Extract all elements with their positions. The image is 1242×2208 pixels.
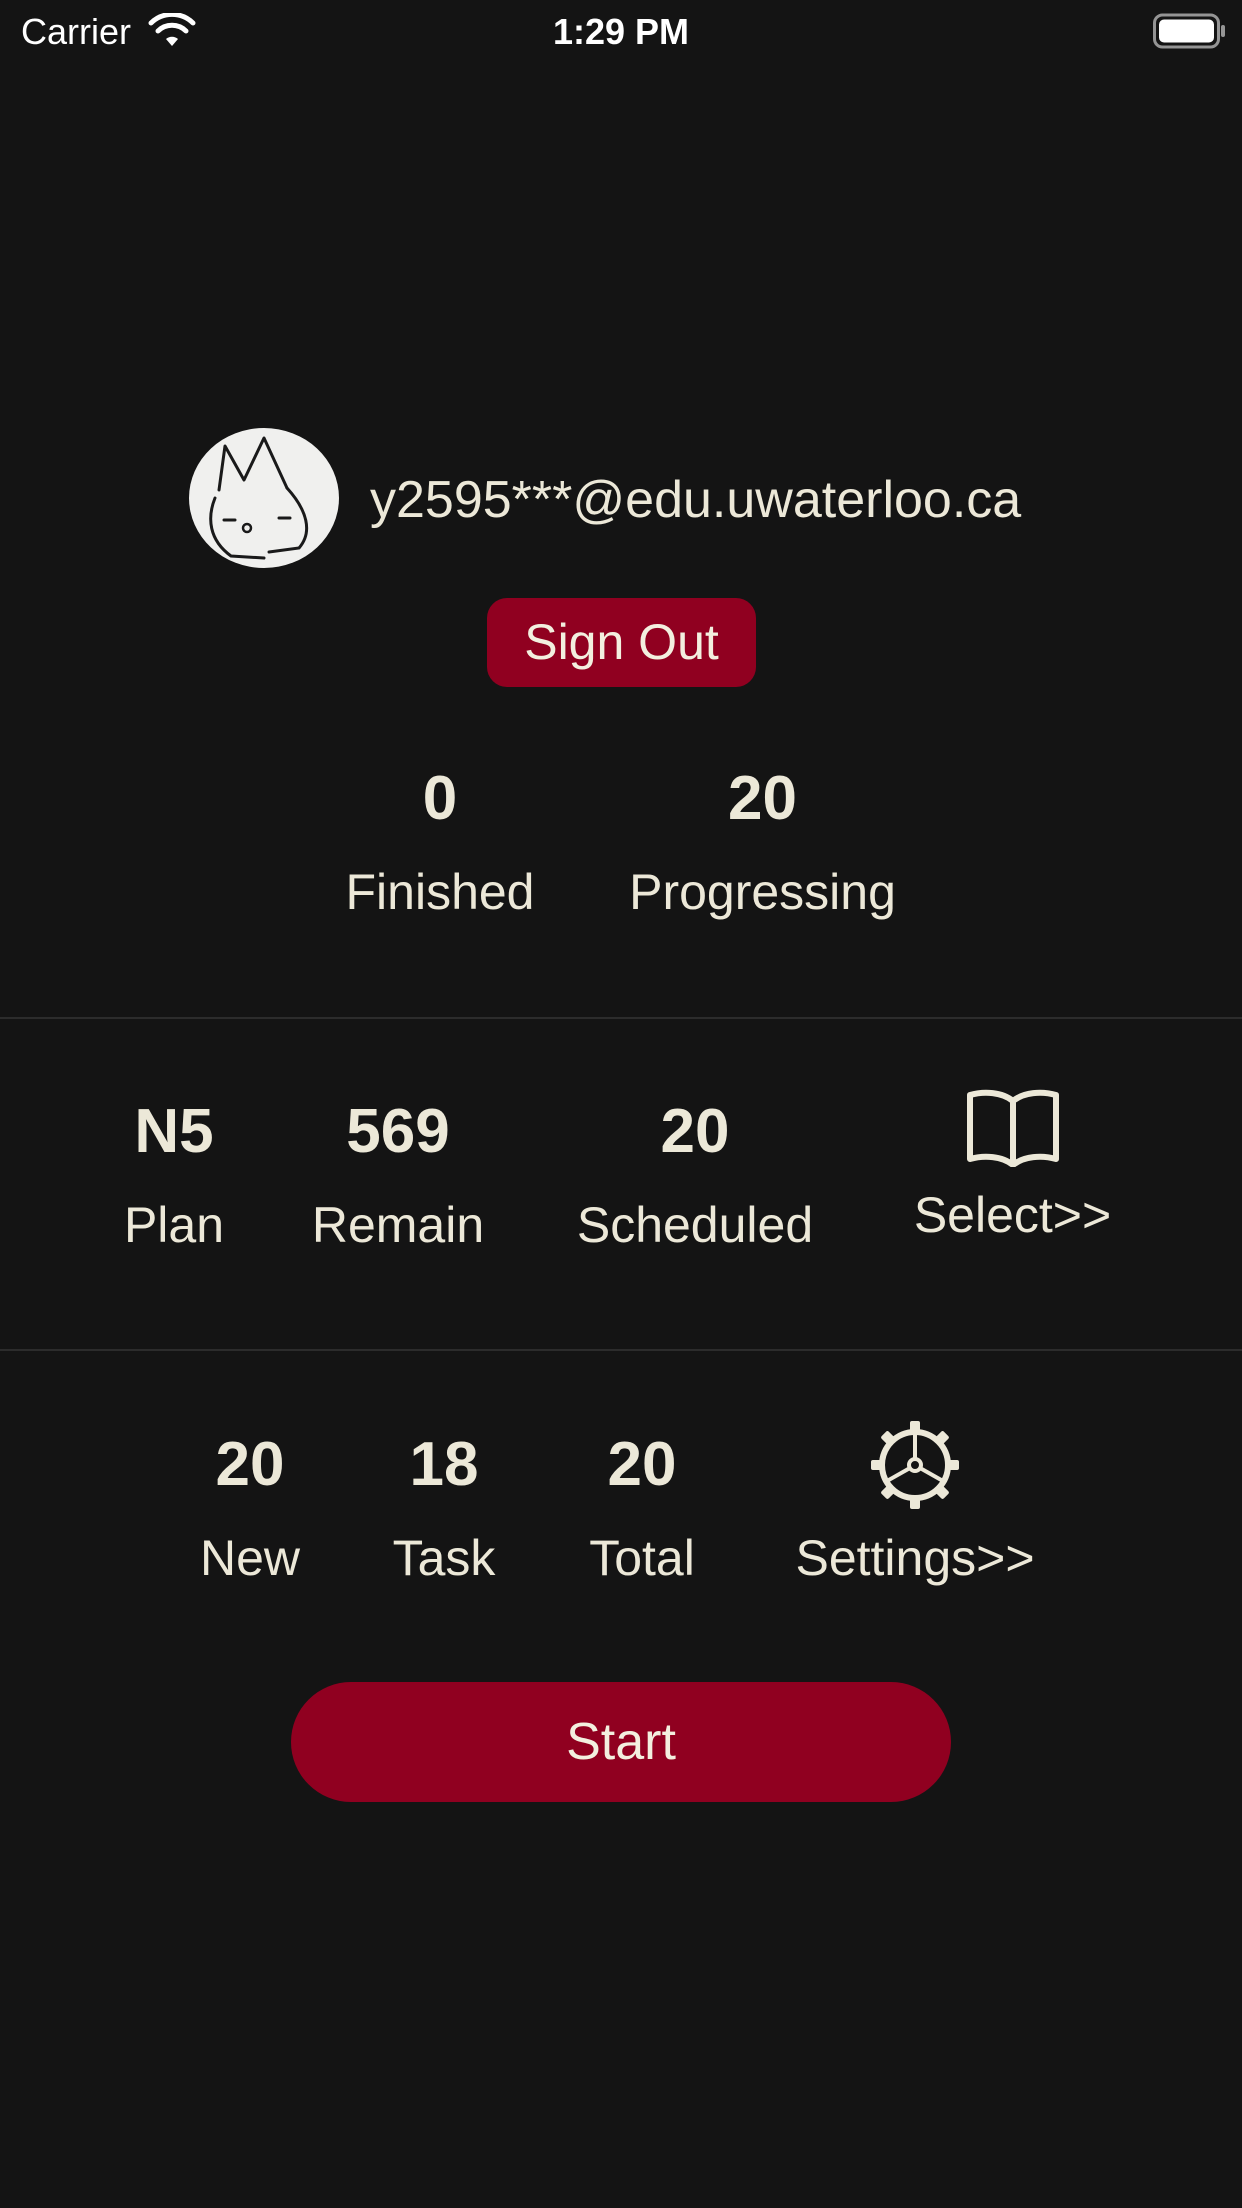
- task-stat: 18 Task: [374, 1430, 514, 1588]
- remain-label: Remain: [311, 1197, 485, 1253]
- status-time: 1:29 PM: [552, 11, 690, 52]
- progressing-stat: 20 Progressing: [600, 764, 925, 922]
- book-icon: [966, 1089, 1059, 1167]
- plan-label: Plan: [123, 1197, 225, 1253]
- finished-label: Finished: [345, 864, 535, 920]
- total-label: Total: [589, 1530, 695, 1586]
- finished-stat: 0 Finished: [300, 764, 580, 922]
- finished-count: 0: [422, 764, 458, 833]
- settings-button[interactable]: Settings>>: [770, 1420, 1060, 1588]
- task-count: 18: [409, 1430, 479, 1499]
- new-count: 20: [215, 1430, 285, 1499]
- scheduled-count: 20: [660, 1097, 730, 1166]
- divider: [0, 1349, 1242, 1351]
- start-button[interactable]: Start: [291, 1682, 951, 1802]
- sign-out-button[interactable]: Sign Out: [487, 598, 756, 687]
- remain-count: 569: [346, 1097, 450, 1166]
- new-label: New: [199, 1530, 301, 1586]
- scheduled-stat: 20 Scheduled: [560, 1097, 830, 1255]
- gear-icon: [871, 1421, 959, 1509]
- select-plan-button[interactable]: Select>>: [890, 1087, 1135, 1245]
- task-label: Task: [392, 1530, 496, 1586]
- battery-full-icon: [1153, 13, 1225, 49]
- scheduled-label: Scheduled: [576, 1197, 814, 1253]
- total-stat: 20 Total: [572, 1430, 712, 1588]
- divider: [0, 1017, 1242, 1019]
- cat-sketch-avatar: [209, 436, 309, 560]
- settings-label: Settings>>: [795, 1530, 1035, 1586]
- user-email: y2595***@edu.uwaterloo.ca: [370, 471, 1022, 529]
- progressing-label: Progressing: [629, 864, 896, 920]
- remain-stat: 569 Remain: [288, 1097, 508, 1255]
- plan-stat: N5 Plan: [94, 1097, 254, 1255]
- new-stat: 20 New: [180, 1430, 320, 1588]
- progressing-count: 20: [728, 764, 797, 833]
- avatar[interactable]: [189, 428, 339, 568]
- total-count: 20: [607, 1430, 677, 1499]
- plan-value: N5: [134, 1097, 214, 1166]
- select-label: Select>>: [913, 1187, 1112, 1243]
